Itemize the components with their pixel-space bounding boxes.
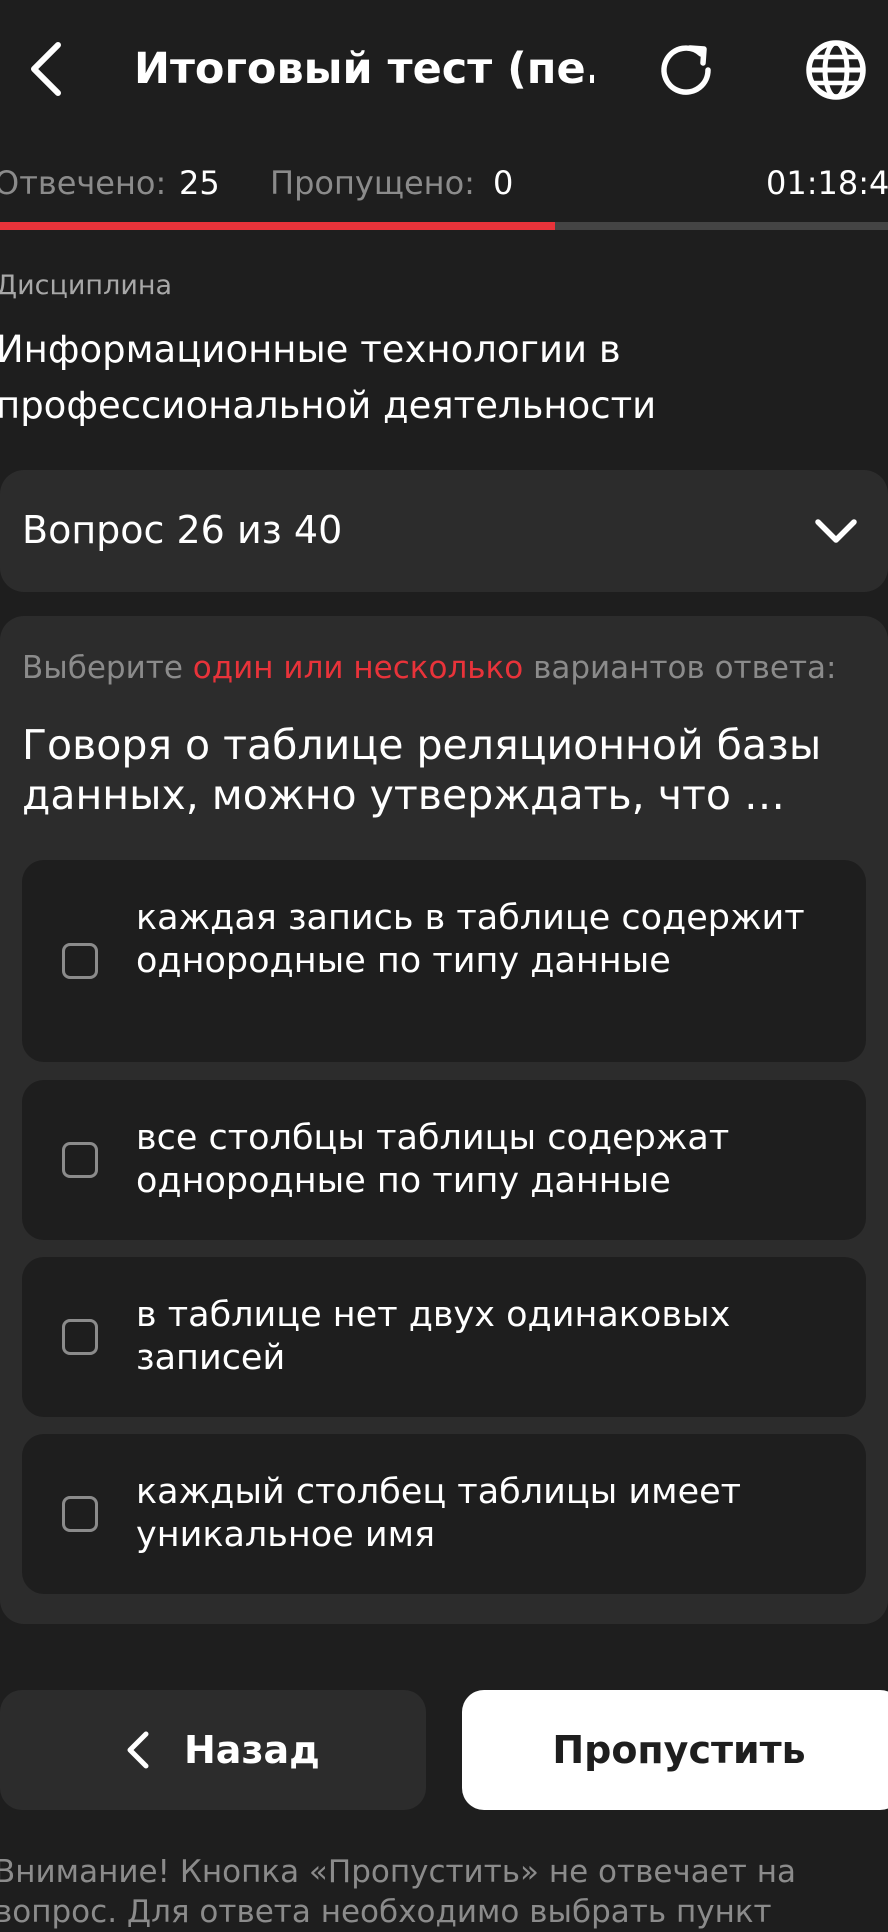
timer: 01:18:47 bbox=[766, 164, 888, 202]
answer-option-label: в таблице нет двух одинаковых записей bbox=[136, 1295, 731, 1378]
chevron-down-icon bbox=[812, 514, 860, 548]
answer-option[interactable]: каждая запись в таблице содержит однород… bbox=[22, 860, 866, 1062]
answer-option-label: каждая запись в таблице содержит однород… bbox=[136, 898, 805, 981]
question-text: Говоря о таблице реляционной базы данных… bbox=[22, 721, 822, 819]
question-card: Выберите один или несколько вариантов от… bbox=[0, 616, 888, 1624]
checkbox[interactable] bbox=[62, 943, 98, 979]
page-title: Итоговый тест (пе... bbox=[134, 44, 594, 94]
skip-warning: Внимание! Кнопка «Пропустить» не отвечае… bbox=[0, 1854, 796, 1930]
answer-option[interactable]: в таблице нет двух одинаковых записей bbox=[22, 1257, 866, 1417]
back-button-label: Назад bbox=[184, 1728, 320, 1772]
instruction-accent: один или несколько bbox=[192, 650, 524, 686]
question-number: Вопрос 26 из 40 bbox=[22, 508, 343, 552]
checkbox[interactable] bbox=[62, 1142, 98, 1178]
skipped-label: Пропущено: bbox=[270, 164, 475, 202]
top-bar: Итоговый тест (пе... bbox=[0, 0, 888, 140]
answered-label: Отвечено: bbox=[0, 164, 167, 202]
discipline-label: Дисциплина bbox=[0, 270, 173, 301]
chevron-left-icon bbox=[124, 1730, 152, 1770]
stats-row: Отвечено: 25 Пропущено: 0 01:18:47 bbox=[0, 160, 888, 210]
skipped-count: 0 bbox=[493, 164, 514, 202]
instruction-text-end: вариантов ответа: bbox=[523, 650, 837, 686]
checkbox[interactable] bbox=[62, 1496, 98, 1532]
refresh-icon[interactable] bbox=[650, 34, 722, 106]
question-selector[interactable]: Вопрос 26 из 40 bbox=[0, 470, 888, 592]
instruction-text-start: Выберите bbox=[22, 650, 193, 686]
answer-option-label: каждый столбец таблицы имеет уникальное … bbox=[136, 1472, 742, 1555]
progress-fill bbox=[0, 222, 555, 230]
checkbox[interactable] bbox=[62, 1319, 98, 1355]
skip-button[interactable]: Пропустить bbox=[462, 1690, 888, 1810]
skip-button-label: Пропустить bbox=[552, 1728, 806, 1772]
answered-count: 25 bbox=[179, 164, 220, 202]
back-button[interactable]: Назад bbox=[0, 1690, 426, 1810]
progress-bar bbox=[0, 222, 888, 230]
globe-icon[interactable] bbox=[798, 32, 874, 108]
answer-option[interactable]: все столбцы таблицы содержат однородные … bbox=[22, 1080, 866, 1240]
discipline-name: Информационные технологии в профессионал… bbox=[0, 328, 657, 427]
answer-instruction: Выберите один или несколько вариантов от… bbox=[22, 646, 836, 690]
answer-option[interactable]: каждый столбец таблицы имеет уникальное … bbox=[22, 1434, 866, 1594]
answer-option-label: все столбцы таблицы содержат однородные … bbox=[136, 1118, 730, 1201]
back-icon[interactable] bbox=[22, 35, 72, 103]
